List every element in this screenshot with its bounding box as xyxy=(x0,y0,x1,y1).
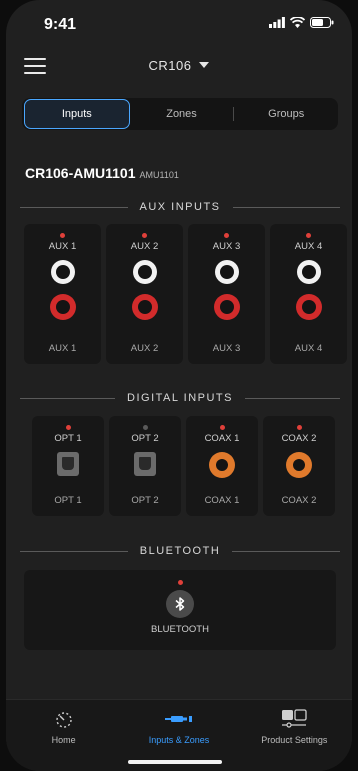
optical-port-icon xyxy=(134,452,156,476)
rca-red-jack-icon xyxy=(131,294,158,320)
rca-red-jack-icon xyxy=(213,294,240,320)
amp-name: CR106-AMU1101 xyxy=(25,165,136,181)
input-name: AUX 4 xyxy=(294,343,323,354)
input-name: AUX 1 xyxy=(48,343,77,354)
status-led xyxy=(65,425,71,430)
status-bar: 9:41 xyxy=(6,0,352,52)
digital-section-title: DIGITAL INPUTS xyxy=(127,392,233,404)
status-led xyxy=(306,233,311,238)
status-led xyxy=(60,233,65,238)
aux-input-card[interactable]: AUX 1 AUX 1 xyxy=(24,224,101,364)
digital-input-card[interactable]: OPT 2 OPT 2 xyxy=(109,416,181,516)
status-time: 9:41 xyxy=(44,16,77,33)
input-label: COAX 1 xyxy=(204,433,240,444)
input-label: AUX 1 xyxy=(48,241,77,252)
nav-label: Home xyxy=(51,735,76,745)
aux-input-card[interactable]: AUX 3 AUX 3 xyxy=(188,224,265,364)
input-name: OPT 1 xyxy=(54,495,82,506)
digital-input-card[interactable]: OPT 1 OPT 1 xyxy=(32,416,104,516)
input-label: OPT 1 xyxy=(54,433,82,444)
input-name: COAX 1 xyxy=(204,495,240,506)
tab-groups[interactable]: Groups xyxy=(234,100,338,128)
tab-inputs[interactable]: Inputs xyxy=(24,99,130,129)
bluetooth-input-card[interactable]: BLUETOOTH xyxy=(24,570,336,650)
segmented-tabs: Inputs Zones Groups xyxy=(22,98,338,130)
bluetooth-icon xyxy=(166,590,194,618)
aux-section-title: AUX INPUTS xyxy=(139,201,221,213)
rca-white-jack-icon xyxy=(50,260,75,284)
nav-label: Inputs & Zones xyxy=(148,735,210,745)
bluetooth-label: BLUETOOTH xyxy=(151,624,209,635)
input-name: AUX 2 xyxy=(130,343,159,354)
status-led xyxy=(177,580,183,585)
input-label: AUX 3 xyxy=(212,241,241,252)
status-icons xyxy=(269,17,334,28)
amp-model: AMU1101 xyxy=(139,170,179,180)
aux-input-card[interactable]: AUX 4 AUX 4 xyxy=(270,224,347,364)
status-led xyxy=(142,233,147,238)
status-led xyxy=(224,233,229,238)
aux-inputs-row: AUX 1 AUX 1 AUX 2 AUX 2 AUX 3 AUX 3 AUX … xyxy=(24,224,347,364)
input-label: COAX 2 xyxy=(281,433,317,444)
rca-white-jack-icon xyxy=(296,260,321,284)
nav-label: Product Settings xyxy=(261,735,328,745)
device-name: CR106 xyxy=(148,58,192,73)
input-label: AUX 2 xyxy=(130,241,159,252)
rca-red-jack-icon xyxy=(49,294,76,320)
signal-icon xyxy=(269,17,285,28)
rca-white-jack-icon xyxy=(132,260,157,284)
nav-home[interactable]: Home xyxy=(6,700,121,771)
nav-product-settings[interactable]: Product Settings xyxy=(237,700,352,771)
input-name: OPT 2 xyxy=(131,495,159,506)
optical-port-icon xyxy=(57,452,79,476)
status-led xyxy=(296,425,302,430)
digital-section-header: DIGITAL INPUTS xyxy=(20,392,340,404)
aux-section-header: AUX INPUTS xyxy=(20,201,341,213)
wifi-icon xyxy=(290,17,305,28)
cable-plug-icon xyxy=(121,708,236,730)
home-indicator xyxy=(128,760,222,764)
product-settings-icon xyxy=(237,708,352,730)
bluetooth-section-header: BLUETOOTH xyxy=(20,545,340,557)
digital-input-card[interactable]: COAX 1 COAX 1 xyxy=(186,416,258,516)
app-screen: 9:41 CR106 Inputs Zones Groups CR106-AMU… xyxy=(6,0,352,771)
home-dial-icon xyxy=(6,708,121,730)
digital-inputs-row: OPT 1 OPT 1 OPT 2 OPT 2 COAX 1 COAX 1 CO… xyxy=(32,416,335,516)
status-led xyxy=(142,425,148,430)
input-name: COAX 2 xyxy=(281,495,317,506)
coax-jack-icon xyxy=(286,452,312,478)
caret-down-icon xyxy=(199,62,210,68)
rca-white-jack-icon xyxy=(214,260,239,284)
bluetooth-section-title: BLUETOOTH xyxy=(139,545,221,557)
status-led xyxy=(219,425,225,430)
coax-jack-icon xyxy=(209,452,235,478)
device-selector[interactable]: CR106 xyxy=(6,58,352,73)
top-bar: CR106 xyxy=(6,52,352,82)
rca-red-jack-icon xyxy=(295,294,322,320)
aux-input-card[interactable]: AUX 2 AUX 2 xyxy=(106,224,183,364)
tab-zones[interactable]: Zones xyxy=(130,100,234,128)
battery-icon xyxy=(310,17,334,28)
input-name: AUX 3 xyxy=(212,343,241,354)
amp-title: CR106-AMU1101 AMU1101 xyxy=(25,165,179,181)
digital-input-card[interactable]: COAX 2 COAX 2 xyxy=(263,416,335,516)
input-label: OPT 2 xyxy=(131,433,159,444)
input-label: AUX 4 xyxy=(294,241,323,252)
